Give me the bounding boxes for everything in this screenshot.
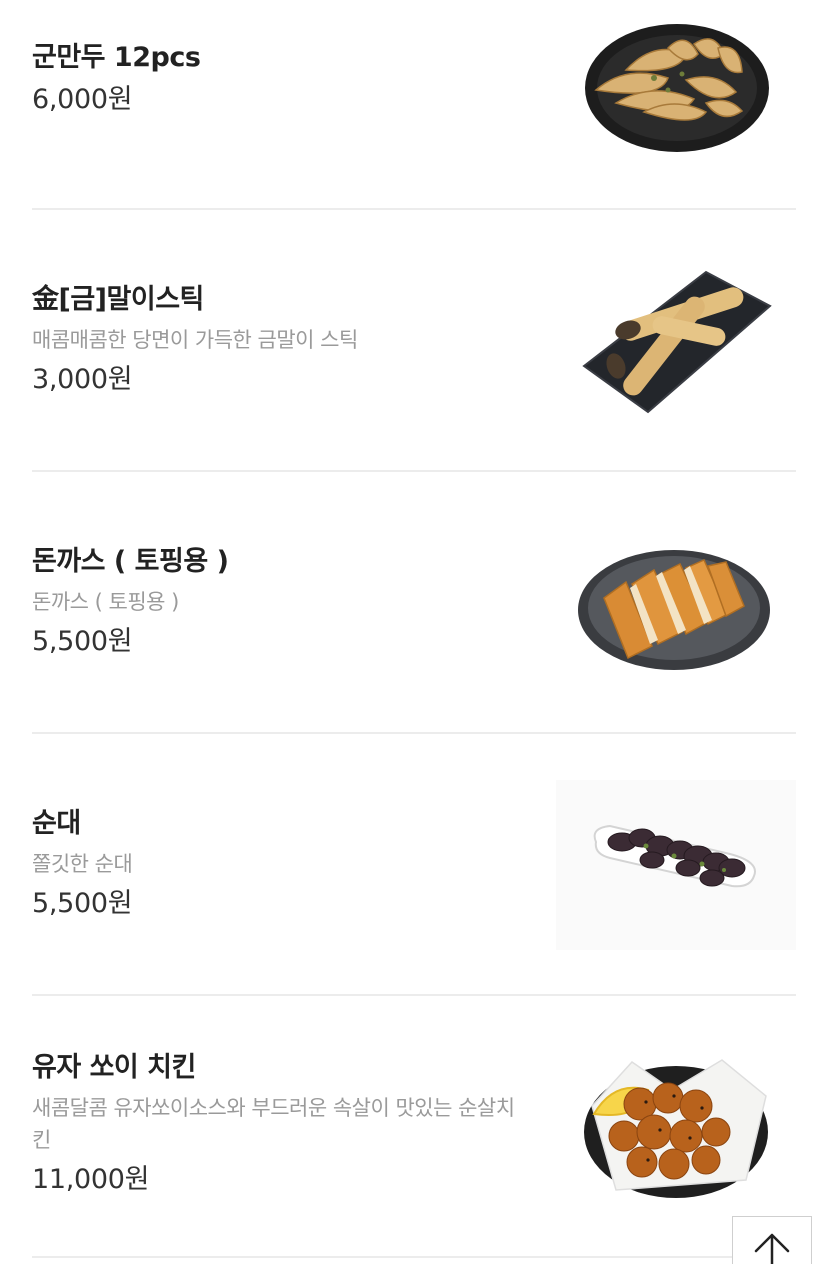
menu-item-name: 군만두 12pcs xyxy=(32,42,201,73)
menu-item-text: 유자 쏘이 치킨 새콤달콤 유자쏘이소스와 부드러운 속살이 맛있는 순살치킨 … xyxy=(32,1050,532,1198)
menu-item-description: 쫄깃한 순대 xyxy=(32,852,133,876)
pork-cutlet-photo xyxy=(578,550,770,670)
menu-item-price: 3,000원 xyxy=(32,364,133,395)
menu-item-price: 6,000원 xyxy=(32,84,133,115)
menu-item-text: 군만두 12pcs 6,000원 xyxy=(32,40,532,118)
fried-dumplings-photo xyxy=(585,24,769,152)
menu-item-description: 돈까스 ( 토핑용 ) xyxy=(32,590,179,614)
menu-item-text: 순대 쫄깃한 순대 5,500원 xyxy=(32,806,532,922)
sundae-photo xyxy=(556,780,796,950)
menu-item-price: 5,500원 xyxy=(32,626,133,657)
menu-item[interactable]: 유자 쏘이 치킨 새콤달콤 유자쏘이소스와 부드러운 속살이 맛있는 순살치킨 … xyxy=(32,996,796,1258)
menu-item[interactable]: 돈까스 ( 토핑용 ) 돈까스 ( 토핑용 ) 5,500원 xyxy=(32,472,796,734)
menu-item-text: 돈까스 ( 토핑용 ) 돈까스 ( 토핑용 ) 5,500원 xyxy=(32,544,532,660)
menu-item[interactable]: 군만두 12pcs 6,000원 xyxy=(32,0,796,210)
menu-item-text: 金[금]말이스틱 매콤매콤한 당면이 가득한 금말이 스틱 3,000원 xyxy=(32,282,532,398)
menu-item[interactable]: 순대 쫄깃한 순대 5,500원 xyxy=(32,734,796,996)
yuzu-soy-chicken-photo xyxy=(584,1059,768,1198)
menu-item[interactable]: 金[금]말이스틱 매콤매콤한 당면이 가득한 금말이 스틱 3,000원 xyxy=(32,210,796,472)
scroll-to-top-button[interactable] xyxy=(732,1216,812,1264)
menu-item-price: 11,000원 xyxy=(32,1164,150,1195)
gold-roll-stick-photo xyxy=(582,270,772,414)
menu-item-name: 金[금]말이스틱 xyxy=(32,284,204,315)
menu-item-description: 매콤매콤한 당면이 가득한 금말이 스틱 xyxy=(32,328,358,352)
menu-item-name: 유자 쏘이 치킨 xyxy=(32,1052,196,1083)
menu-item-description: 새콤달콤 유자쏘이소스와 부드러운 속살이 맛있는 순살치킨 xyxy=(32,1096,515,1152)
arrow-up-icon xyxy=(754,1233,790,1264)
menu-item-name: 돈까스 ( 토핑용 ) xyxy=(32,546,229,577)
menu-item-name: 순대 xyxy=(32,808,81,839)
menu-item-price: 5,500원 xyxy=(32,888,133,919)
